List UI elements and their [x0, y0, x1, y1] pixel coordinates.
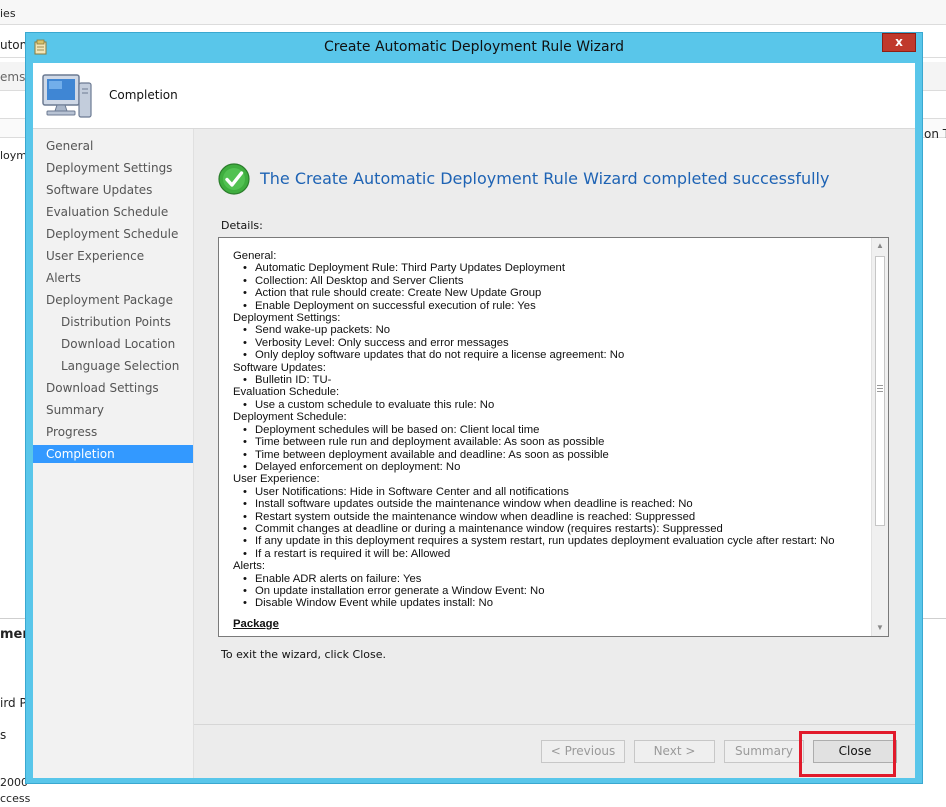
details-content: General: Automatic Deployment Rule: Thir…: [233, 250, 868, 630]
detail-bullet: Automatic Deployment Rule: Third Party U…: [233, 262, 868, 275]
background-fragment: ird P: [0, 696, 27, 710]
section-heading: Evaluation Schedule:: [233, 386, 340, 399]
success-message: The Create Automatic Deployment Rule Wiz…: [260, 169, 830, 188]
next-button[interactable]: Next >: [634, 740, 715, 763]
nav-item-download-location[interactable]: Download Location: [33, 335, 221, 353]
detail-bullet: Time between deployment available and de…: [233, 449, 868, 462]
success-check-icon: [218, 163, 250, 195]
nav-item-deployment-settings[interactable]: Deployment Settings: [33, 159, 206, 177]
detail-bullet: Only deploy software updates that do not…: [233, 349, 868, 362]
detail-bullet: Deployment schedules will be based on: C…: [233, 424, 868, 437]
background-toolbar: [0, 0, 946, 25]
wizard-nav: General Deployment Settings Software Upd…: [33, 129, 194, 778]
section-heading: Deployment Settings:: [233, 312, 341, 325]
close-window-button[interactable]: x: [882, 33, 916, 52]
section-heading: General:: [233, 250, 277, 262]
footer-divider: [194, 724, 915, 725]
section-heading: Software Updates:: [233, 361, 326, 374]
detail-bullet: User Notifications: Hide in Software Cen…: [233, 486, 868, 499]
nav-item-completion[interactable]: Completion: [33, 445, 193, 463]
nav-item-progress[interactable]: Progress: [33, 423, 206, 441]
title-bar[interactable]: Create Automatic Deployment Rule Wizard …: [26, 33, 922, 63]
detail-bullet: Commit changes at deadline or during a m…: [233, 523, 868, 536]
close-button[interactable]: Close: [813, 740, 897, 763]
detail-bullet: On update installation error generate a …: [233, 585, 868, 598]
dialog-client: Completion General Deployment Settings S…: [33, 63, 915, 778]
grip-icon: [877, 385, 883, 392]
nav-item-evaluation-schedule[interactable]: Evaluation Schedule: [33, 203, 206, 221]
exit-instructions: To exit the wizard, click Close.: [221, 648, 386, 661]
background-fragment: on T: [924, 127, 946, 141]
nav-item-deployment-package[interactable]: Deployment Package: [33, 291, 206, 309]
detail-bullet: Enable ADR alerts on failure: Yes: [233, 573, 868, 586]
detail-bullet: If any update in this deployment require…: [233, 535, 868, 548]
details-section: General: Automatic Deployment Rule: Thir…: [233, 250, 868, 312]
nav-item-general[interactable]: General: [33, 137, 206, 155]
detail-bullet: Collection: All Desktop and Server Clien…: [233, 275, 868, 288]
page-title: Completion: [109, 88, 178, 102]
background-fragment: 2000: [0, 776, 28, 789]
nav-item-summary[interactable]: Summary: [33, 401, 206, 419]
detail-bullet: Restart system outside the maintenance w…: [233, 511, 868, 524]
nav-item-alerts[interactable]: Alerts: [33, 269, 206, 287]
background-fragment: loym: [0, 149, 28, 162]
background-fragment: ccess: [0, 792, 31, 805]
details-section: Evaluation Schedule: Use a custom schedu…: [233, 386, 868, 411]
background-fragment: s: [0, 728, 7, 742]
section-heading: Deployment Schedule:: [233, 411, 347, 424]
details-section: User Experience: User Notifications: Hid…: [233, 473, 868, 560]
nav-item-distribution-points[interactable]: Distribution Points: [33, 313, 221, 331]
package-heading: Package: [233, 617, 279, 630]
computer-icon: [42, 74, 92, 118]
wizard-dialog: Create Automatic Deployment Rule Wizard …: [25, 32, 923, 784]
wizard-header: Completion: [33, 63, 915, 129]
background-fragment: ems: [0, 70, 26, 84]
detail-bullet: If a restart is required it will be: All…: [233, 548, 868, 561]
detail-bullet: Verbosity Level: Only success and error …: [233, 337, 868, 350]
grip-line: [877, 388, 883, 389]
nav-item-download-settings[interactable]: Download Settings: [33, 379, 206, 397]
detail-bullet: Time between rule run and deployment ava…: [233, 436, 868, 449]
background-fragment: ies: [0, 7, 16, 20]
scroll-down-arrow-icon[interactable]: ▼: [872, 620, 888, 636]
details-section: Deployment Settings: Send wake-up packet…: [233, 312, 868, 362]
nav-item-user-experience[interactable]: User Experience: [33, 247, 206, 265]
scroll-thumb[interactable]: [875, 256, 885, 526]
nav-item-language-selection[interactable]: Language Selection: [33, 357, 221, 375]
detail-bullet: Bulletin ID: TU-: [233, 374, 868, 387]
details-section: Alerts: Enable ADR alerts on failure: Ye…: [233, 560, 868, 610]
details-textbox[interactable]: General: Automatic Deployment Rule: Thir…: [218, 237, 889, 637]
details-label: Details:: [221, 219, 263, 232]
section-heading: Alerts:: [233, 560, 266, 573]
nav-item-deployment-schedule[interactable]: Deployment Schedule: [33, 225, 206, 243]
detail-bullet: Action that rule should create: Create N…: [233, 287, 868, 300]
detail-bullet: Enable Deployment on successful executio…: [233, 300, 868, 313]
previous-button[interactable]: < Previous: [541, 740, 625, 763]
section-heading: User Experience:: [233, 473, 320, 486]
detail-bullet: Install software updates outside the mai…: [233, 498, 868, 511]
details-section: Deployment Schedule: Deployment schedule…: [233, 411, 868, 473]
details-scrollbar[interactable]: ▲ ▼: [871, 238, 888, 636]
scroll-up-arrow-icon[interactable]: ▲: [872, 238, 888, 254]
details-section: Software Updates: Bulletin ID: TU-: [233, 362, 868, 387]
wizard-content: The Create Automatic Deployment Rule Wiz…: [194, 129, 915, 778]
nav-item-software-updates[interactable]: Software Updates: [33, 181, 206, 199]
detail-bullet: Send wake-up packets: No: [233, 324, 868, 337]
detail-bullet: Use a custom schedule to evaluate this r…: [233, 399, 868, 412]
detail-bullet: Disable Window Event while updates insta…: [233, 597, 868, 610]
dialog-title: Create Automatic Deployment Rule Wizard: [324, 39, 624, 55]
summary-button[interactable]: Summary: [724, 740, 804, 763]
detail-bullet: Delayed enforcement on deployment: No: [233, 461, 868, 474]
